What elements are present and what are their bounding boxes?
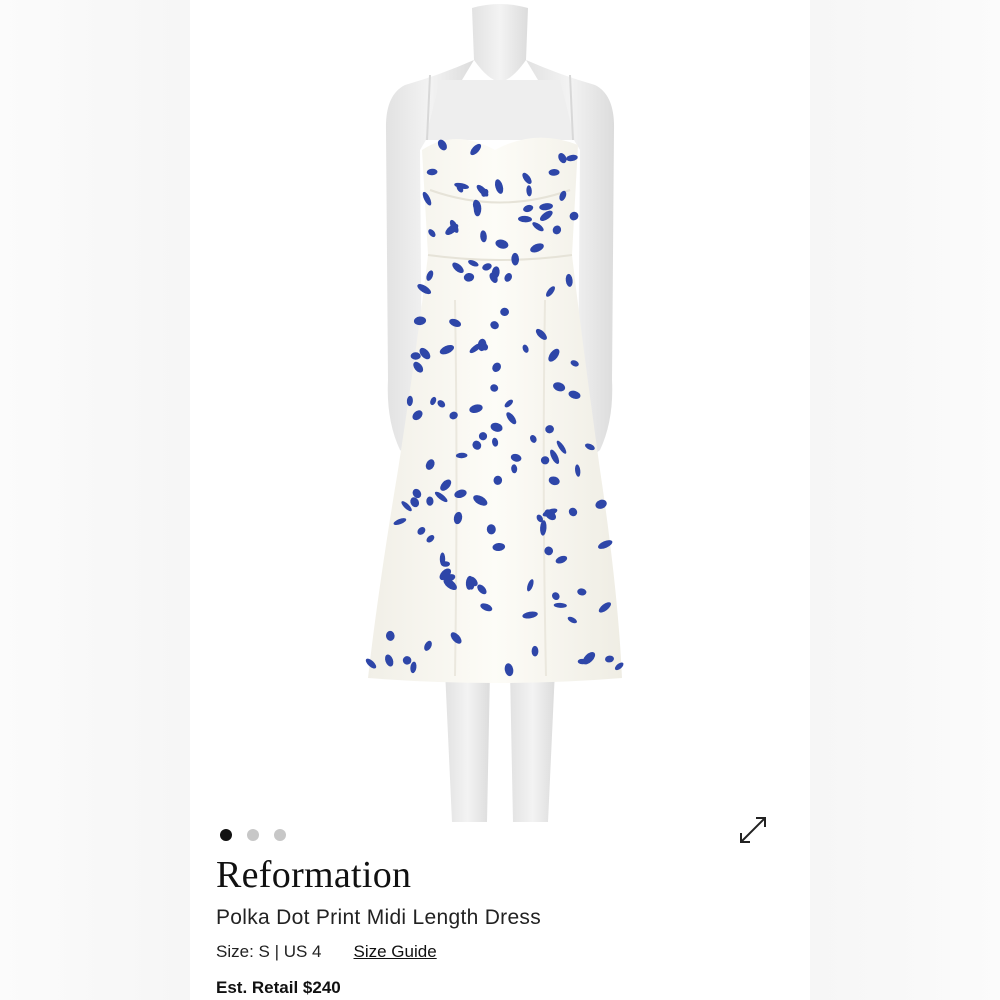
background-left-panel — [0, 0, 190, 1000]
product-card: Reformation Polka Dot Print Midi Length … — [190, 0, 810, 1000]
size-guide-link[interactable]: Size Guide — [354, 942, 437, 962]
background-right-panel — [810, 0, 1000, 1000]
estimated-retail-price: Est. Retail $240 — [216, 978, 341, 997]
dress-on-mannequin-image — [365, 4, 624, 822]
size-text: Size: S | US 4 — [216, 942, 322, 961]
print-spot — [441, 561, 450, 567]
carousel-dot-2[interactable] — [247, 829, 259, 841]
carousel-indicator — [220, 829, 286, 841]
expand-arrows-glyph — [740, 817, 766, 843]
carousel-dot-3[interactable] — [274, 829, 286, 841]
carousel-dot-1[interactable] — [220, 829, 232, 841]
expand-arrows-icon[interactable] — [735, 812, 771, 848]
product-image[interactable] — [190, 0, 810, 825]
brand-name[interactable]: Reformation — [216, 853, 411, 897]
product-title: Polka Dot Print Midi Length Dress — [216, 906, 542, 929]
size-row: Size: S | US 4 Size Guide — [216, 942, 437, 962]
